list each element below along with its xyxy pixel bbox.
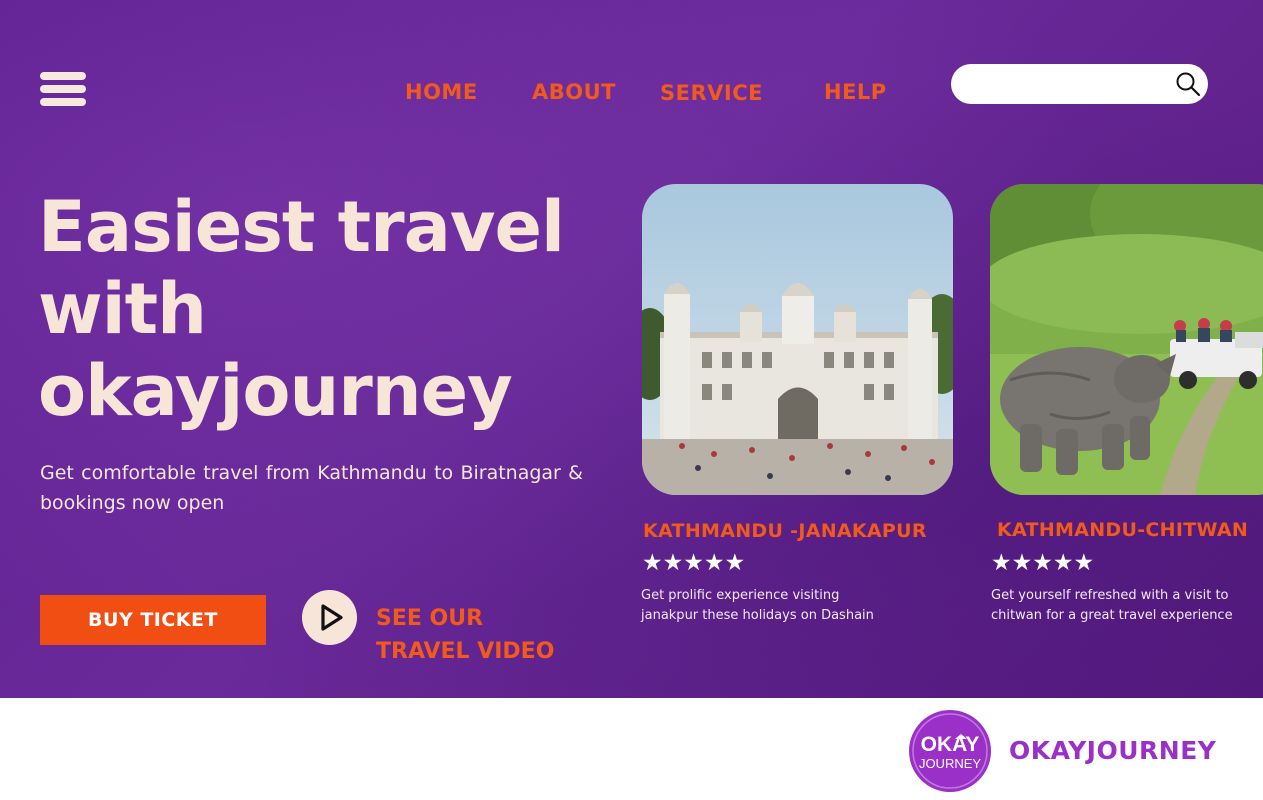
play-icon (321, 604, 343, 631)
video-link-line: SEE OUR (376, 606, 484, 631)
hero-subtitle: Get comfortable travel from Kathmandu to… (40, 462, 583, 514)
okayjourney-logo: OKAY JOURNEY (909, 710, 991, 792)
see-travel-video-link[interactable]: SEE OUR TRAVEL VIDEO (376, 602, 596, 668)
footer-brand: OKAYJOURNEY (1009, 736, 1217, 765)
search-input[interactable] (951, 64, 1208, 104)
buy-ticket-button[interactable]: BUY TICKET (40, 595, 266, 645)
card-title[interactable]: KATHMANDU -JANAKAPUR (643, 520, 927, 542)
hero-title-line: with (38, 268, 207, 350)
card-title[interactable]: KATHMANDU-CHITWAN (997, 519, 1248, 541)
nav-home[interactable]: HOME (405, 80, 478, 104)
rating-stars: ★★★★★ (642, 550, 746, 576)
hero-title: Easiest travel with okayjourney (38, 186, 618, 432)
hero-title-line: okayjourney (38, 350, 513, 432)
hamburger-menu-icon[interactable] (40, 72, 86, 106)
logo-text: OKAY (921, 733, 980, 756)
hero-section: HOME ABOUT SERVICE HELP Easiest travel w… (0, 0, 1263, 698)
card-description: Get prolific experience visiting janakpu… (641, 586, 941, 626)
card-description-line: Get yourself refreshed with a visit to (991, 588, 1229, 603)
nav-service[interactable]: SERVICE (660, 81, 763, 105)
logo-text: JOURNEY (919, 756, 981, 771)
play-video-button[interactable] (302, 590, 357, 645)
card-description-line: Get prolific experience visiting (641, 588, 840, 603)
video-link-line: TRAVEL VIDEO (376, 639, 555, 664)
hero-title-line: Easiest travel (38, 186, 565, 268)
card-image-janakpur[interactable] (642, 184, 953, 495)
nav-about[interactable]: ABOUT (532, 80, 616, 104)
nav-help[interactable]: HELP (824, 80, 887, 104)
card-description-line: chitwan for a great travel experience (991, 608, 1233, 623)
rating-stars: ★★★★★ (991, 550, 1095, 576)
search-icon[interactable] (1175, 71, 1201, 97)
card-description-line: janakpur these holidays on Dashain (641, 608, 874, 623)
card-image-chitwan[interactable] (990, 184, 1263, 495)
card-description: Get yourself refreshed with a visit to c… (991, 586, 1259, 626)
